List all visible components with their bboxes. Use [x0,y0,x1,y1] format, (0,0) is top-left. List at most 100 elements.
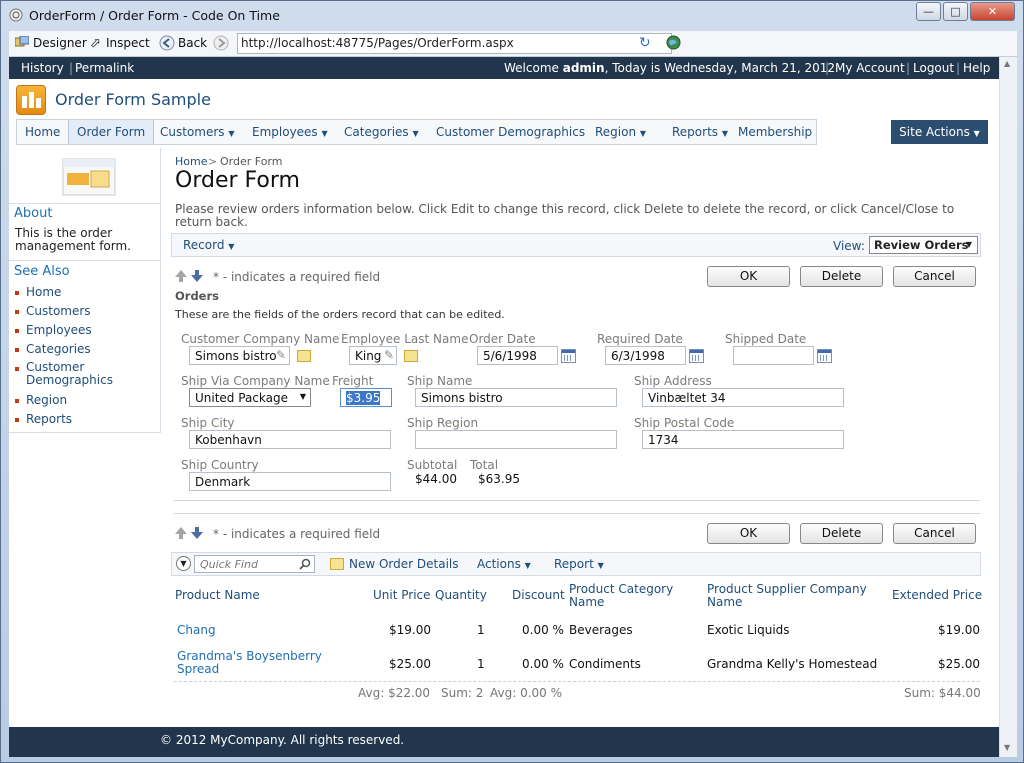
sidebar-item-customer-demographics[interactable]: Customer Demographics [26,361,126,387]
divider [9,260,161,261]
breadcrumb-home[interactable]: Home [175,155,207,168]
back-button[interactable]: Back [178,36,207,50]
shipped-date-field[interactable] [733,346,814,365]
calendar-icon[interactable] [817,349,832,363]
scroll-down-icon[interactable]: ▼ [1004,743,1010,752]
chevron-down-icon: ▼ [721,129,729,138]
cursor-icon: ⬀ [90,36,101,51]
freight-value: $3.95 [346,391,381,405]
title-bar: OrderForm / Order Form - Code On Time — … [1,1,1023,31]
address-bar[interactable]: http://localhost:48775/Pages/OrderForm.a… [237,33,672,54]
sidebar-item-home[interactable]: Home [26,285,61,299]
column-product-category[interactable]: Product Category Name [569,583,689,609]
move-arrows-icon[interactable] [174,268,204,284]
globe-icon[interactable] [666,35,681,53]
refresh-icon[interactable]: ↻ [639,35,651,51]
collapse-icon[interactable]: ▼ [176,556,191,571]
view-selector[interactable]: Review Orders ▼ [869,236,978,254]
nav-region[interactable]: Region ▼ [587,120,654,144]
record-menu-label: Record [183,238,225,252]
delete-button[interactable]: Delete [800,266,883,287]
column-unit-price[interactable]: Unit Price [373,589,431,602]
page-icon [62,158,116,196]
supplier-cell: Grandma Kelly's Homestead [707,657,878,671]
report-menu[interactable]: Report ▼ [554,557,604,571]
sidebar-item-employees[interactable]: Employees [26,323,92,337]
nav-customer-demographics[interactable]: Customer Demographics [428,120,593,144]
ship-region-field[interactable] [415,430,617,449]
cancel-button[interactable]: Cancel [893,266,976,287]
sidebar: About This is the order management form.… [9,148,161,433]
column-product-name[interactable]: Product Name [175,589,260,602]
eraser-icon[interactable]: ✎ [276,348,286,362]
nav-order-form[interactable]: Order Form [68,120,155,144]
eraser-icon[interactable]: ✎ [384,348,394,362]
new-customer-icon[interactable] [297,350,311,362]
column-extended-price[interactable]: Extended Price [892,589,982,602]
product-name-cell[interactable]: Grandma's Boysenberry Spread [177,650,337,676]
nav-membership[interactable]: Membership [730,120,820,144]
customer-field[interactable]: Simons bistro ✎ [189,346,290,365]
site-title[interactable]: Order Form Sample [55,90,211,109]
permalink-link[interactable]: Permalink [75,61,134,75]
designer-button[interactable]: Designer [33,36,87,50]
required-date-field[interactable]: 6/3/1998 [605,346,686,365]
sidebar-item-categories[interactable]: Categories [26,342,91,356]
address-url[interactable]: http://localhost:48775/Pages/OrderForm.a… [241,36,514,50]
bullet-icon [15,310,19,314]
ship-name-field[interactable]: Simons bistro [415,388,617,407]
record-menu[interactable]: Record ▼ [183,238,234,252]
logout-link[interactable]: Logout [913,61,954,75]
delete-button[interactable]: Delete [800,523,883,544]
ship-country-field[interactable]: Denmark [189,472,391,491]
ship-via-select[interactable]: United Package ▼ [189,388,311,407]
calendar-icon[interactable] [561,349,576,363]
search-icon[interactable] [299,558,311,570]
new-order-details-button[interactable]: New Order Details [349,557,459,571]
nav-home[interactable]: Home [17,120,68,144]
new-record-icon[interactable] [330,558,344,570]
inspect-button[interactable]: Inspect [106,36,150,50]
site-actions-button[interactable]: Site Actions ▼ [891,120,988,144]
sidebar-item-reports[interactable]: Reports [26,412,72,426]
actions-menu[interactable]: Actions ▼ [477,557,531,571]
nav-categories[interactable]: Categories ▼ [336,120,427,144]
ok-button[interactable]: OK [707,523,790,544]
product-name-cell[interactable]: Chang [177,623,216,637]
forward-arrow-icon[interactable] [213,35,229,54]
vertical-scrollbar[interactable]: ▲ ▼ [999,57,1017,757]
employee-field[interactable]: King ✎ [349,346,397,365]
order-date-field[interactable]: 5/6/1998 [477,346,558,365]
ship-city-field[interactable]: Kobenhavn [189,430,391,449]
ok-button[interactable]: OK [707,266,790,287]
close-window-button[interactable]: ✕ [970,2,1015,21]
help-link[interactable]: Help [963,61,990,75]
my-account-link[interactable]: My Account [835,61,905,75]
ship-address-field[interactable]: Vinbæltet 34 [642,388,844,407]
site-actions-label: Site Actions [899,125,970,139]
calendar-icon[interactable] [689,349,704,363]
sidebar-item-customers[interactable]: Customers [26,304,91,318]
scroll-up-icon[interactable]: ▲ [1004,59,1010,68]
window-title: OrderForm / Order Form - Code On Time [29,8,280,23]
cancel-button[interactable]: Cancel [893,523,976,544]
unit-price-cell: $25.00 [389,657,431,671]
back-arrow-icon[interactable] [159,35,175,54]
freight-field[interactable]: $3.95 [340,388,392,407]
maximize-button[interactable]: □ [943,2,968,21]
nav-employees[interactable]: Employees ▼ [244,120,336,144]
ship-postal-field[interactable]: 1734 [642,430,844,449]
quick-find-input[interactable]: Quick Find [194,555,315,573]
column-quantity[interactable]: Quantity [435,589,487,602]
nav-reports[interactable]: Reports ▼ [664,120,736,144]
minimize-button[interactable]: — [916,2,941,21]
nav-customers[interactable]: Customers ▼ [152,120,243,144]
move-arrows-icon[interactable] [174,525,204,541]
sidebar-item-region[interactable]: Region [26,393,67,407]
chevron-down-icon: ▼ [639,129,647,138]
ship-via-value: United Package [195,391,288,405]
history-link[interactable]: History [21,61,64,75]
column-supplier[interactable]: Product Supplier Company Name [707,583,872,609]
column-discount[interactable]: Discount [512,589,565,602]
new-employee-icon[interactable] [404,350,418,362]
